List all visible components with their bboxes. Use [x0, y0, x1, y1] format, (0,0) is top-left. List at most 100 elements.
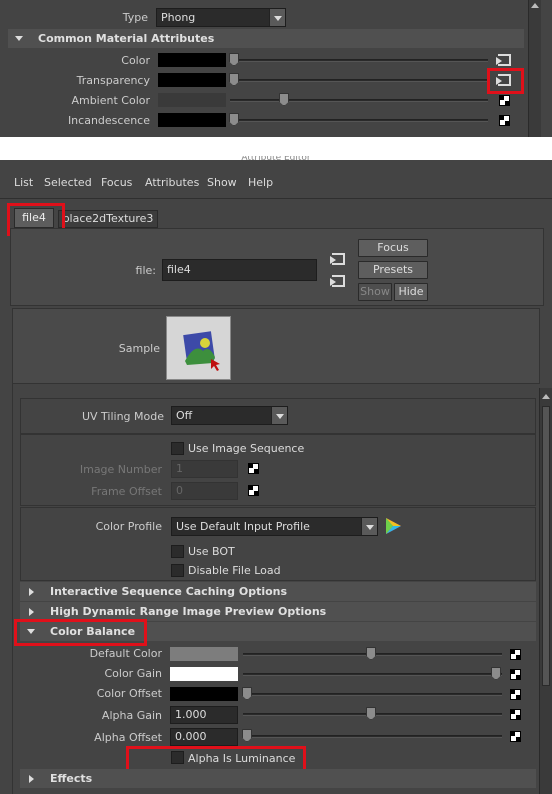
color-gain-slider[interactable]	[243, 673, 502, 676]
window-title: Attribute Editor	[241, 156, 311, 162]
alpha-offset-label: Alpha Offset	[94, 731, 162, 744]
default-color-label: Default Color	[89, 647, 162, 660]
node-name-value: file4	[167, 263, 191, 276]
incandescence-swatch[interactable]	[158, 113, 226, 127]
alpha-gain-field[interactable]: 1.000	[170, 706, 238, 724]
sample-swatch[interactable]	[166, 316, 231, 380]
color-wheel-icon[interactable]	[384, 516, 402, 536]
color-offset-map-checker-icon[interactable]	[510, 689, 521, 700]
focus-button[interactable]: Focus	[358, 239, 428, 257]
collapsed-triangle-icon-2	[29, 608, 34, 616]
color-offset-slider[interactable]	[243, 693, 502, 696]
show-button[interactable]: Show	[358, 283, 392, 301]
color-gain-label: Color Gain	[104, 667, 162, 680]
menu-show[interactable]: Show	[207, 176, 237, 189]
menu-attributes[interactable]: Attributes	[145, 176, 199, 189]
uv-tiling-mode-label: UV Tiling Mode	[81, 410, 164, 423]
default-color-map-checker-icon[interactable]	[510, 649, 521, 660]
collapsed-triangle-icon	[29, 588, 34, 596]
scroll-up-arrow-icon-2[interactable]	[542, 394, 550, 399]
disable-file-load-checkbox[interactable]	[171, 564, 184, 577]
color-label: Color	[121, 54, 150, 67]
menu-help[interactable]: Help	[248, 176, 273, 189]
use-image-sequence-label: Use Image Sequence	[188, 442, 305, 455]
scroll-up-arrow-icon[interactable]	[531, 3, 539, 8]
image-number-value: 1	[176, 462, 183, 475]
attribute-scrollbar[interactable]	[539, 388, 552, 794]
highlight-color-balance	[14, 619, 147, 646]
type-dropdown[interactable]: Phong	[156, 8, 286, 27]
disable-file-load-label: Disable File Load	[188, 564, 281, 577]
tab-place2dtexture3-label: place2dTexture3	[62, 212, 154, 225]
default-color-swatch[interactable]	[170, 647, 238, 661]
menu-list[interactable]: List	[14, 176, 33, 189]
transparency-label: Transparency	[76, 74, 150, 87]
menu-selected[interactable]: Selected	[44, 176, 92, 189]
frame-offset-map-checker-icon[interactable]	[248, 485, 259, 496]
input-connection-icon[interactable]	[330, 253, 345, 265]
chevron-down-icon-3	[361, 518, 377, 535]
section-common-material-attributes[interactable]: Common Material Attributes	[8, 29, 524, 48]
hide-button[interactable]: Hide	[394, 283, 428, 301]
alpha-offset-slider[interactable]	[243, 735, 502, 738]
image-number-map-checker-icon[interactable]	[248, 463, 259, 474]
image-number-field[interactable]: 1	[171, 460, 238, 478]
chevron-down-icon	[269, 9, 285, 26]
highlight-transparency-connector	[487, 68, 524, 94]
frame-offset-label: Frame Offset	[91, 485, 162, 498]
node-file-label: file:	[135, 264, 156, 277]
ambient-color-swatch[interactable]	[158, 93, 226, 107]
transparency-slider[interactable]	[230, 79, 488, 82]
texture-preview-icon	[183, 331, 220, 371]
use-image-sequence-checkbox[interactable]	[171, 442, 184, 455]
color-profile-label: Color Profile	[95, 520, 162, 533]
section-effects[interactable]: Effects	[20, 769, 536, 788]
color-swatch[interactable]	[158, 53, 226, 67]
expand-triangle-icon	[15, 36, 23, 41]
chevron-down-icon-2	[271, 407, 287, 424]
color-offset-label: Color Offset	[96, 687, 162, 700]
uv-tiling-mode-dropdown[interactable]: Off	[171, 406, 288, 425]
color-profile-dropdown[interactable]: Use Default Input Profile	[171, 517, 378, 536]
type-dropdown-value: Phong	[161, 11, 196, 24]
frame-offset-value: 0	[176, 484, 183, 497]
color-profile-value: Use Default Input Profile	[176, 520, 310, 533]
use-bot-checkbox[interactable]	[171, 545, 184, 558]
color-map-connector-icon[interactable]	[496, 54, 511, 66]
alpha-gain-value: 1.000	[175, 708, 207, 721]
uv-tiling-mode-value: Off	[176, 409, 193, 422]
use-bot-label: Use BOT	[188, 545, 235, 558]
sample-label: Sample	[118, 342, 160, 355]
alpha-gain-map-checker-icon[interactable]	[510, 709, 521, 720]
alpha-offset-map-checker-icon[interactable]	[510, 731, 521, 742]
color-gain-swatch[interactable]	[170, 667, 238, 681]
node-name-field[interactable]: file4	[162, 259, 317, 281]
section-interactive-sequence-caching[interactable]: Interactive Sequence Caching Options	[20, 582, 536, 601]
menu-focus[interactable]: Focus	[101, 176, 132, 189]
color-offset-swatch[interactable]	[170, 687, 238, 701]
top-scrollbar[interactable]	[528, 0, 541, 137]
image-number-label: Image Number	[79, 463, 162, 476]
alpha-offset-value: 0.000	[175, 730, 207, 743]
ambient-color-slider[interactable]	[230, 99, 488, 102]
collapsed-triangle-icon-3	[29, 775, 34, 783]
incandescence-map-checker-icon[interactable]	[499, 115, 510, 126]
scrollbar-thumb[interactable]	[542, 406, 550, 686]
alpha-gain-label: Alpha Gain	[101, 709, 162, 722]
section-interactive-title: Interactive Sequence Caching Options	[50, 585, 288, 598]
ambient-map-checker-icon[interactable]	[499, 95, 510, 106]
color-slider[interactable]	[230, 59, 488, 62]
output-connection-icon[interactable]	[330, 275, 345, 287]
incandescence-slider[interactable]	[230, 119, 488, 122]
incandescence-label: Incandescence	[67, 114, 150, 127]
type-label: Type	[122, 11, 148, 24]
frame-offset-field[interactable]: 0	[171, 482, 238, 500]
section-effects-title: Effects	[50, 772, 93, 785]
menu-divider	[0, 198, 552, 199]
color-gain-map-checker-icon[interactable]	[510, 669, 521, 680]
presets-button[interactable]: Presets	[358, 261, 428, 279]
ambient-color-label: Ambient Color	[71, 94, 150, 107]
tab-place2dtexture3[interactable]: place2dTexture3	[58, 210, 158, 228]
alpha-offset-field[interactable]: 0.000	[170, 728, 238, 746]
transparency-swatch[interactable]	[158, 73, 226, 87]
